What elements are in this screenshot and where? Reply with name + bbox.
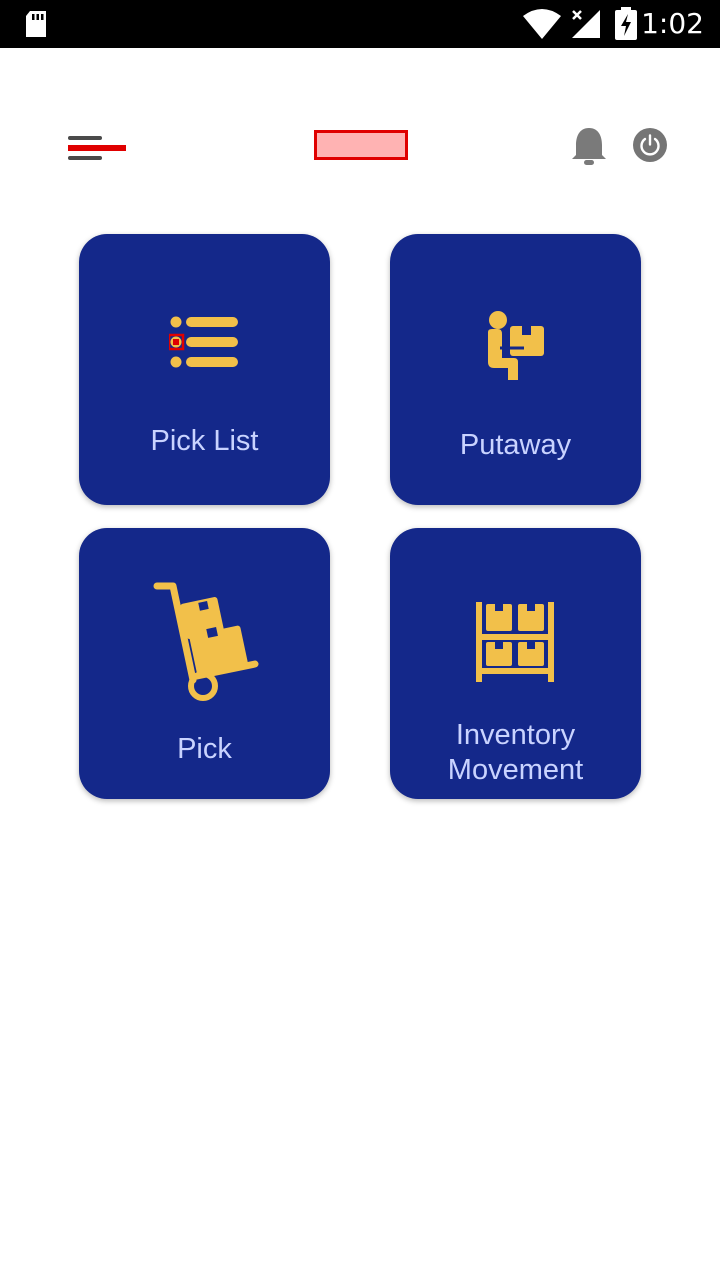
battery-charging-icon xyxy=(614,0,638,48)
worker-box-icon xyxy=(484,310,548,389)
status-bar: 1:02 xyxy=(0,0,720,48)
tile-pick-list[interactable]: Pick List xyxy=(79,234,330,505)
menu-highlight-marker xyxy=(68,145,126,151)
tile-inventory-movement[interactable]: Inventory Movement xyxy=(390,528,641,799)
app-header xyxy=(0,48,720,218)
tile-label: Inventory Movement xyxy=(447,719,584,786)
power-icon[interactable] xyxy=(633,128,667,162)
no-signal-icon xyxy=(570,0,602,48)
bell-icon[interactable] xyxy=(568,126,610,166)
hamburger-menu-icon[interactable] xyxy=(64,132,130,162)
list-icon xyxy=(167,316,239,373)
wifi-icon xyxy=(522,0,562,48)
tile-label: Putaway xyxy=(459,429,572,461)
tile-pick[interactable]: Pick xyxy=(79,528,330,799)
tile-label: Pick List xyxy=(150,425,259,457)
tile-putaway[interactable]: Putaway xyxy=(390,234,641,505)
brand-logo xyxy=(314,130,408,160)
status-time: 1:02 xyxy=(641,7,704,40)
tile-label: Pick xyxy=(177,733,232,765)
shelf-boxes-icon xyxy=(474,602,556,689)
hand-truck-icon xyxy=(153,580,263,707)
sd-card-icon xyxy=(24,0,48,48)
